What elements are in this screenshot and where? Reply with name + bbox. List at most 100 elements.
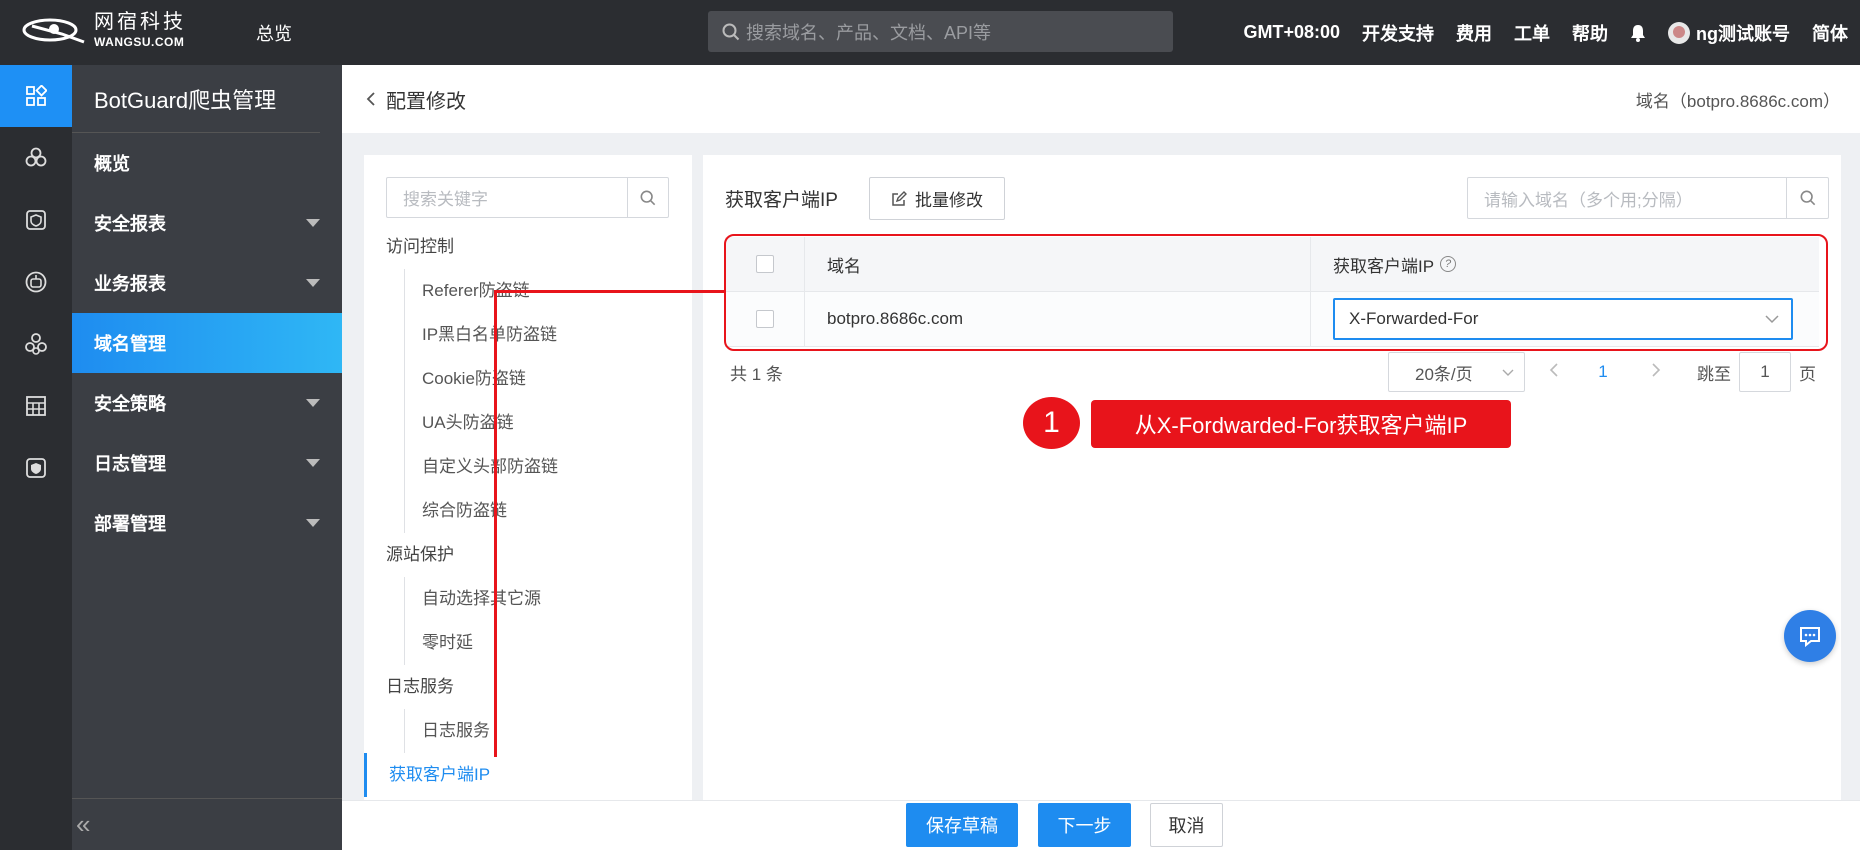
- overview-link[interactable]: 总览: [256, 20, 292, 46]
- tree-item-zero-delay[interactable]: 零时延: [404, 621, 692, 665]
- billing-link[interactable]: 费用: [1456, 20, 1492, 46]
- config-nav-panel: 搜索关键字 访问控制 Referer防盗链 IP黑白名单防盗链 Cookie防盗…: [364, 155, 692, 800]
- total-count: 共 1 条: [730, 365, 783, 384]
- chevron-left-icon: [366, 92, 375, 106]
- annotation-connector-line: [494, 290, 724, 293]
- account-menu[interactable]: ng测试账号: [1668, 20, 1790, 46]
- tree-group-access-control[interactable]: 访问控制: [364, 225, 692, 269]
- chevron-down-icon: [1502, 369, 1514, 376]
- back-button[interactable]: 配置修改: [366, 85, 466, 114]
- edit-icon: [892, 190, 907, 206]
- sidebar-item-label: 安全报表: [94, 214, 166, 234]
- tree-item-combined[interactable]: 综合防盗链: [404, 489, 692, 533]
- domain-search-button[interactable]: [1786, 178, 1828, 218]
- tree-group-origin-protection[interactable]: 源站保护: [364, 533, 692, 577]
- dashboard-grid-icon[interactable]: [0, 65, 72, 127]
- global-search-placeholder: 搜索域名、产品、文档、API等: [746, 22, 992, 43]
- save-draft-button[interactable]: 保存草稿: [906, 803, 1018, 847]
- top-bar: 网宿科技 WANGSU.COM 总览 搜索域名、产品、文档、API等 GMT+0…: [0, 0, 1860, 65]
- global-search-input[interactable]: 搜索域名、产品、文档、API等: [708, 11, 1173, 52]
- search-icon: [722, 23, 740, 40]
- sidebar-item-overview[interactable]: 概览: [72, 133, 342, 193]
- shield-icon[interactable]: [0, 189, 72, 251]
- cluster-icon[interactable]: [0, 127, 72, 189]
- search-icon: [640, 190, 656, 205]
- tree-item-client-ip-active[interactable]: 获取客户端IP: [364, 753, 692, 797]
- sidebar-title: BotGuard爬虫管理: [72, 65, 320, 133]
- chat-support-button[interactable]: [1784, 610, 1836, 662]
- current-domain-label: 域名（botpro.8686c.com）: [1635, 91, 1840, 111]
- tree-item-auto-origin[interactable]: 自动选择其它源: [404, 577, 692, 621]
- section-title: 获取客户端IP: [725, 190, 838, 211]
- caret-down-icon: [306, 219, 320, 227]
- logo-text-cn: 网宿科技: [94, 11, 186, 33]
- annotation-connector-line: [494, 290, 497, 757]
- caret-down-icon: [306, 519, 320, 527]
- sidebar-item-label: 部署管理: [94, 514, 166, 534]
- sidebar-item-domain-management[interactable]: 域名管理: [72, 313, 342, 373]
- next-step-button[interactable]: 下一步: [1038, 803, 1131, 847]
- nodes-icon[interactable]: [0, 313, 72, 375]
- collapse-sidebar-button[interactable]: «: [72, 798, 342, 850]
- security-badge-icon[interactable]: [0, 437, 72, 499]
- tree-item-log-service[interactable]: 日志服务: [404, 709, 692, 753]
- sidebar-item-security-policy[interactable]: 安全策略: [72, 373, 342, 433]
- dev-support-link[interactable]: 开发支持: [1362, 20, 1434, 46]
- page-title: 配置修改: [386, 90, 466, 113]
- keyword-search-input[interactable]: 搜索关键字: [387, 178, 627, 217]
- cancel-button[interactable]: 取消: [1150, 803, 1223, 847]
- sidebar-item-label: 业务报表: [94, 274, 166, 294]
- sidebar-item-business-report[interactable]: 业务报表: [72, 253, 342, 313]
- language-selector[interactable]: 简体: [1812, 20, 1848, 46]
- batch-edit-label: 批量修改: [915, 191, 983, 210]
- product-sidebar: BotGuard爬虫管理 概览 安全报表 业务报表 域名管理 安全策略 日志管理…: [72, 65, 342, 850]
- keyword-search-button[interactable]: [627, 178, 668, 217]
- ticket-link[interactable]: 工单: [1514, 20, 1550, 46]
- sidebar-item-log-management[interactable]: 日志管理: [72, 433, 342, 493]
- page-header: 配置修改 域名（botpro.8686c.com）: [342, 65, 1860, 133]
- notification-bell-icon[interactable]: [1630, 24, 1646, 42]
- keyword-search: 搜索关键字: [386, 177, 669, 218]
- tree-item-ua[interactable]: UA头防盗链: [404, 401, 692, 445]
- product-icon-bar: [0, 65, 72, 850]
- config-tree: 访问控制 Referer防盗链 IP黑白名单防盗链 Cookie防盗链 UA头防…: [364, 225, 692, 797]
- double-chevron-left-icon: «: [76, 809, 91, 839]
- tree-group-log-service[interactable]: 日志服务: [364, 665, 692, 709]
- sidebar-item-label: 日志管理: [94, 454, 166, 474]
- page-unit-label: 页: [1799, 364, 1816, 384]
- jump-page-input[interactable]: 1: [1739, 352, 1791, 392]
- avatar: [1668, 21, 1690, 44]
- sidebar-item-label: 安全策略: [94, 394, 166, 414]
- help-link[interactable]: 帮助: [1572, 20, 1608, 46]
- page-number-current[interactable]: 1: [1579, 362, 1627, 382]
- domain-search: 请输入域名（多个用;分隔）: [1467, 177, 1829, 219]
- sidebar-item-label: 概览: [94, 154, 130, 174]
- chat-bubble-icon: [1800, 627, 1820, 647]
- sidebar-item-deploy-management[interactable]: 部署管理: [72, 493, 342, 553]
- next-page-icon[interactable]: [1641, 362, 1671, 382]
- tree-item-ip-blacklist[interactable]: IP黑白名单防盗链: [404, 313, 692, 357]
- caret-down-icon: [306, 399, 320, 407]
- page-size-select[interactable]: 20条/页: [1388, 352, 1525, 392]
- batch-edit-button[interactable]: 批量修改: [869, 177, 1005, 220]
- wangsu-logo[interactable]: 网宿科技 WANGSU.COM: [22, 12, 186, 48]
- robot-icon[interactable]: [0, 251, 72, 313]
- domain-search-input[interactable]: 请输入域名（多个用;分隔）: [1468, 178, 1786, 218]
- annotation-step-number: 1: [1023, 397, 1080, 449]
- caret-down-icon: [306, 459, 320, 467]
- timezone-selector[interactable]: GMT+08:00: [1243, 22, 1340, 43]
- top-nav: GMT+08:00 开发支持 费用 工单 帮助 ng测试账号 简体: [1221, 0, 1848, 65]
- annotation-callout-text: 从X-Fordwarded-For获取客户端IP: [1091, 400, 1511, 448]
- search-icon: [1800, 190, 1815, 206]
- table-icon[interactable]: [0, 375, 72, 437]
- tree-item-cookie[interactable]: Cookie防盗链: [404, 357, 692, 401]
- annotation-highlight-box: [724, 234, 1828, 351]
- logo-text-en: WANGSU.COM: [94, 35, 185, 49]
- sidebar-item-security-report[interactable]: 安全报表: [72, 193, 342, 253]
- pagination: 20条/页 1 跳至 1 页: [1388, 352, 1816, 392]
- caret-down-icon: [306, 279, 320, 287]
- account-name: ng测试账号: [1696, 23, 1790, 44]
- tree-item-custom-header[interactable]: 自定义头部防盗链: [404, 445, 692, 489]
- sidebar-item-label: 域名管理: [94, 334, 166, 354]
- prev-page-icon[interactable]: [1539, 362, 1569, 382]
